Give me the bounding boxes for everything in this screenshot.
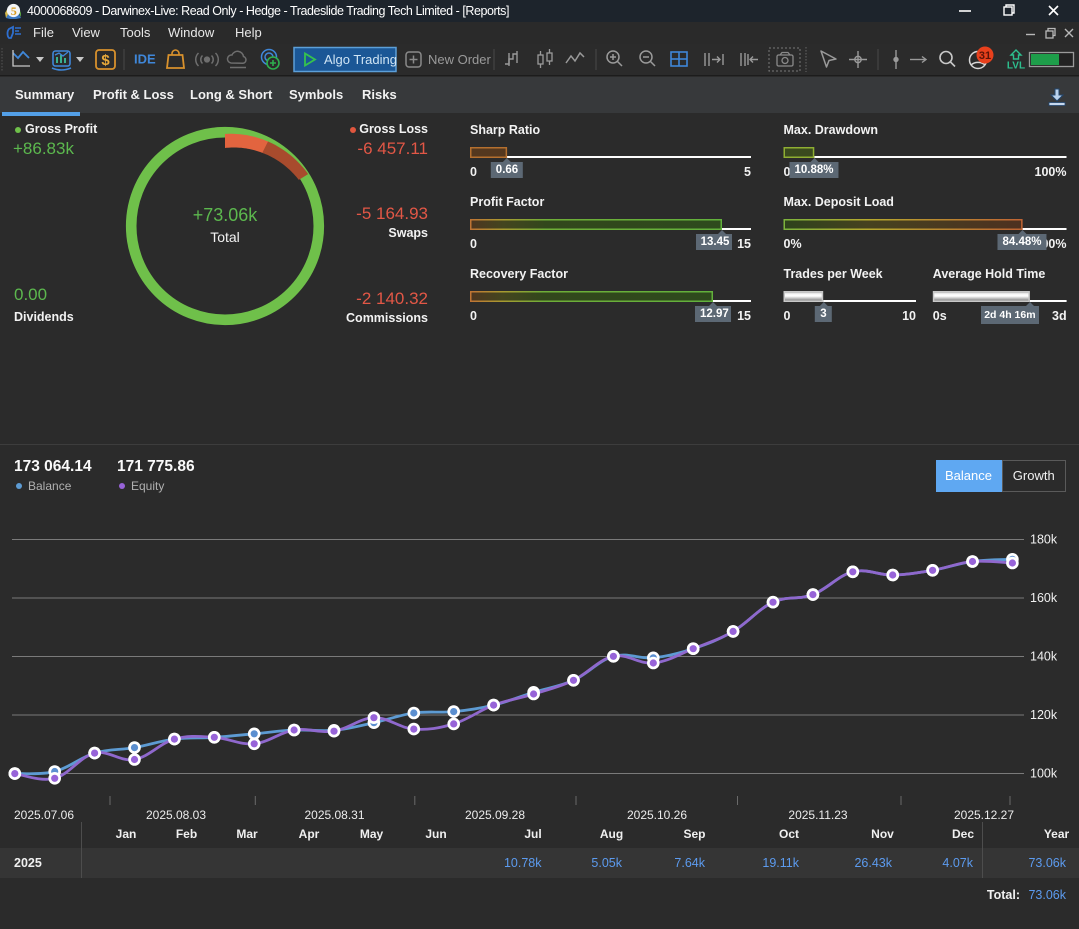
svg-text:2025.10.26: 2025.10.26 [627, 808, 687, 822]
svg-text:160k: 160k [1030, 591, 1058, 605]
svg-text:180k: 180k [1030, 533, 1058, 547]
svg-text:140k: 140k [1030, 650, 1058, 664]
svg-text:120k: 120k [1030, 708, 1058, 722]
svg-text:2025.08.31: 2025.08.31 [304, 808, 364, 822]
svg-text:100k: 100k [1030, 767, 1058, 781]
svg-text:2025.07.06: 2025.07.06 [14, 808, 74, 822]
svg-text:2025.12.27: 2025.12.27 [954, 808, 1014, 822]
svg-text:2025.08.03: 2025.08.03 [146, 808, 206, 822]
svg-text:2025.09.28: 2025.09.28 [465, 808, 525, 822]
svg-text:2025.11.23: 2025.11.23 [788, 808, 847, 822]
